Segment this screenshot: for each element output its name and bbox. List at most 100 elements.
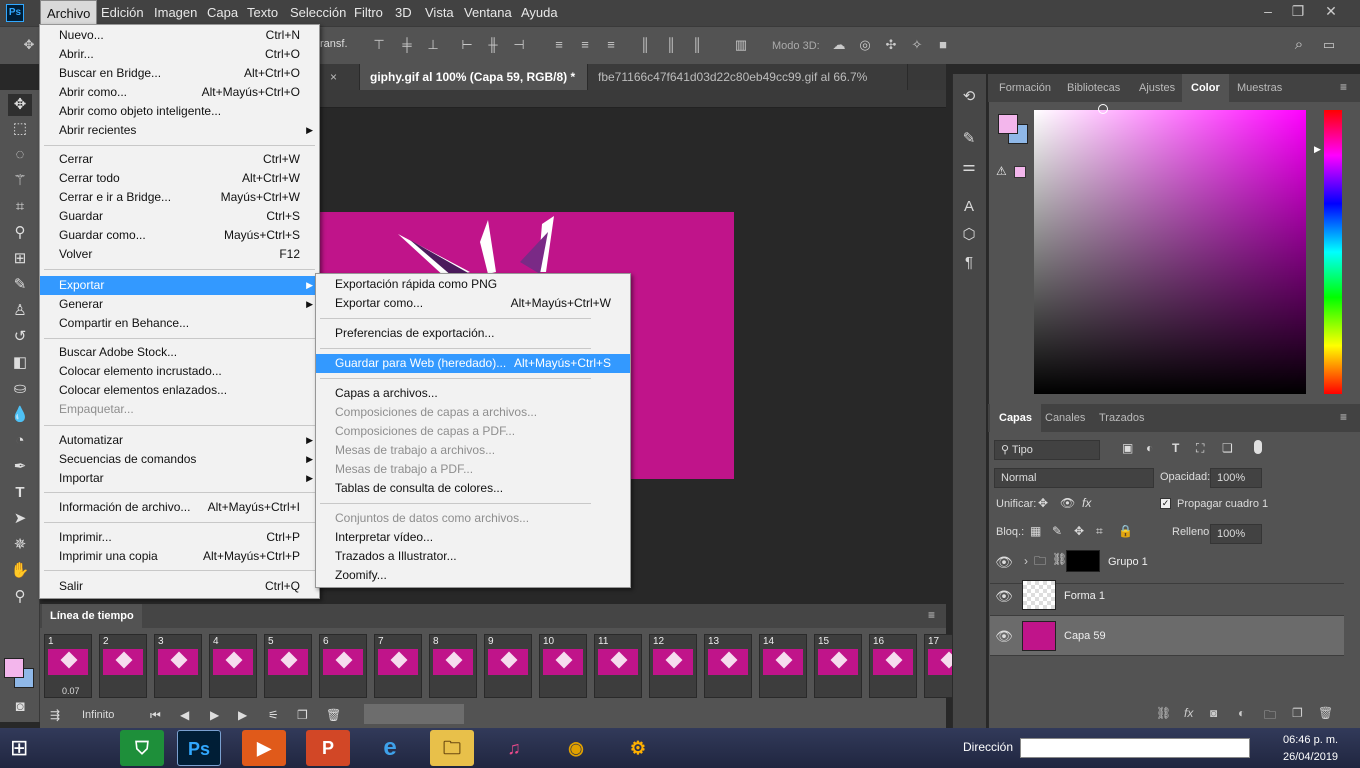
align-right-icon[interactable]: ⊣ xyxy=(510,36,528,54)
hue-slider[interactable] xyxy=(1324,110,1342,394)
unify-style-icon[interactable]: fx xyxy=(1082,496,1091,510)
menu-item[interactable]: Cerrar todo Alt+Ctrl+W xyxy=(40,169,319,188)
unify-position-icon[interactable]: ✥ xyxy=(1038,496,1048,510)
visibility-eye-icon[interactable]: 👁 xyxy=(994,628,1014,645)
delete-layer-icon[interactable]: 🗑 xyxy=(1318,706,1333,720)
align-left-icon[interactable]: ⊢ xyxy=(458,36,476,54)
slide-3d-icon[interactable]: ✧ xyxy=(908,36,926,54)
layer-style-icon[interactable]: fx xyxy=(1184,706,1193,720)
layer-mask-thumbnail[interactable] xyxy=(1066,550,1100,572)
eyedropper-tool-icon[interactable]: ⚲ xyxy=(8,222,32,244)
timeline-frame[interactable]: 16 xyxy=(869,634,917,698)
menu-item[interactable]: Generar ▶ xyxy=(40,295,319,314)
loop-options-select[interactable]: Infinito xyxy=(82,706,114,724)
menu-item[interactable]: Abrir como objeto inteligente... xyxy=(40,102,319,121)
menu-item[interactable]: Capas a archivos... xyxy=(316,384,630,403)
marquee-tool-icon[interactable]: ⬚ xyxy=(8,118,32,140)
align-vcenter-icon[interactable]: ╪ xyxy=(398,36,416,54)
lock-all-icon[interactable]: 🔒 xyxy=(1118,524,1133,538)
filter-smart-object-icon[interactable]: ❏ xyxy=(1222,441,1233,455)
roll-3d-icon[interactable]: ◎ xyxy=(856,36,874,54)
menu-item[interactable]: Salir Ctrl+Q xyxy=(40,577,319,596)
timeline-frame[interactable]: 10 xyxy=(539,634,587,698)
lock-artboard-icon[interactable]: ⌗ xyxy=(1096,524,1103,539)
powerpoint-app-icon[interactable]: P xyxy=(306,730,350,766)
menu-filtro[interactable]: Filtro xyxy=(348,0,389,26)
tab-trazados[interactable]: Trazados xyxy=(1090,404,1153,432)
align-top-icon[interactable]: ⊤ xyxy=(370,36,388,54)
lock-transparent-icon[interactable]: ▦ xyxy=(1030,524,1041,538)
color-field[interactable] xyxy=(1034,110,1306,394)
brush-tool-icon[interactable]: ✎ xyxy=(8,274,32,296)
distribute-left-icon[interactable]: ║ xyxy=(636,36,654,54)
paragraph-panel-icon[interactable]: ¶ xyxy=(958,252,980,274)
eraser-tool-icon[interactable]: ◧ xyxy=(8,352,32,374)
character-panel-icon[interactable]: A xyxy=(958,196,980,218)
auto-align-icon[interactable]: ▥ xyxy=(732,36,750,54)
timeline-frame[interactable]: 6 xyxy=(319,634,367,698)
menu-vista[interactable]: Vista xyxy=(419,0,460,26)
menu-item[interactable]: Trazados a Illustrator... xyxy=(316,547,630,566)
hand-tool-icon[interactable]: ✋ xyxy=(8,560,32,582)
align-hcenter-icon[interactable]: ╫ xyxy=(484,36,502,54)
first-frame-icon[interactable]: ⏮ xyxy=(150,706,161,724)
color-panel-foreground[interactable] xyxy=(998,114,1018,134)
layer-row[interactable]: 👁 Forma 1 xyxy=(990,576,1344,616)
history-panel-icon[interactable]: ⟲ xyxy=(958,86,980,108)
menu-3d[interactable]: 3D xyxy=(389,0,418,26)
orbit-3d-icon[interactable]: ☁ xyxy=(830,36,848,54)
menu-item[interactable]: Preferencias de exportación... xyxy=(316,324,630,343)
blend-mode-select[interactable]: Normal xyxy=(994,468,1154,488)
color-panel-menu-icon[interactable]: ≡ xyxy=(1340,80,1347,94)
menu-item[interactable]: Guardar Ctrl+S xyxy=(40,207,319,226)
distribute-bottom-icon[interactable]: ≡ xyxy=(602,36,620,54)
menu-item[interactable]: Tablas de consulta de colores... xyxy=(316,479,630,498)
brush-settings-icon[interactable]: ✎ xyxy=(958,128,980,150)
propagate-checkbox[interactable]: ✓ xyxy=(1160,498,1171,509)
menu-item[interactable]: Compartir en Behance... xyxy=(40,314,319,333)
file-explorer-app-icon[interactable]: 🗀 xyxy=(430,730,474,766)
menu-item[interactable]: Exportar ▶ xyxy=(40,276,319,295)
tab-color[interactable]: Color xyxy=(1182,74,1229,102)
menu-item[interactable]: Información de archivo... Alt+Mayús+Ctrl+… xyxy=(40,498,319,517)
lock-pixels-icon[interactable]: ✎ xyxy=(1052,524,1062,538)
move-tool-icon[interactable]: ✥ xyxy=(8,94,32,116)
visibility-eye-icon[interactable]: 👁 xyxy=(994,588,1014,605)
crop-tool-icon[interactable]: ⌗ xyxy=(8,196,32,218)
layers-panel-menu-icon[interactable]: ≡ xyxy=(1340,410,1347,424)
opacity-input[interactable]: 100% xyxy=(1210,468,1262,488)
address-input[interactable] xyxy=(1020,738,1250,758)
unify-visibility-icon[interactable]: 👁 xyxy=(1060,496,1075,510)
color-picker-ring[interactable] xyxy=(1098,104,1108,114)
timeline-frame[interactable]: 3 xyxy=(154,634,202,698)
timeline-frame[interactable]: 4 xyxy=(209,634,257,698)
restore-button[interactable]: ❐ xyxy=(1283,0,1313,24)
type-tool-icon[interactable]: T xyxy=(8,482,32,504)
convert-timeline-icon[interactable]: ⇶ xyxy=(50,706,60,724)
menu-item[interactable]: Abrir... Ctrl+O xyxy=(40,45,319,64)
magic-wand-tool-icon[interactable]: ⚚ xyxy=(8,170,32,192)
menu-item[interactable]: Abrir recientes ▶ xyxy=(40,121,319,140)
previous-frame-icon[interactable]: ◀ xyxy=(180,706,189,724)
timeline-frame[interactable]: 5 xyxy=(264,634,312,698)
distribute-right-icon[interactable]: ║ xyxy=(688,36,706,54)
path-selection-tool-icon[interactable]: ➤ xyxy=(8,508,32,530)
timeline-frame[interactable]: 15 xyxy=(814,634,862,698)
menu-item[interactable]: Colocar elementos enlazados... xyxy=(40,381,319,400)
itunes-app-icon[interactable]: ♫ xyxy=(492,730,536,766)
media-player-app-icon[interactable]: ▶ xyxy=(242,730,286,766)
paint-bucket-tool-icon[interactable]: ⛀ xyxy=(8,378,32,400)
store-app-icon[interactable]: ⛉ xyxy=(120,730,164,766)
menu-item[interactable]: Abrir como... Alt+Mayús+Ctrl+O xyxy=(40,83,319,102)
pan-3d-icon[interactable]: ✣ xyxy=(882,36,900,54)
lasso-tool-icon[interactable]: ◌ xyxy=(8,144,32,166)
play-icon[interactable]: ▶ xyxy=(210,706,219,724)
menu-edicion[interactable]: Edición xyxy=(95,0,150,26)
menu-item[interactable]: Colocar elemento incrustado... xyxy=(40,362,319,381)
workspace-icon[interactable]: ▭ xyxy=(1320,36,1338,54)
menu-item[interactable]: Importar ▶ xyxy=(40,469,319,488)
timeline-frame[interactable]: 14 xyxy=(759,634,807,698)
timeline-frame[interactable]: 13 xyxy=(704,634,752,698)
menu-archivo[interactable]: Archivo xyxy=(40,0,98,26)
timeline-frame[interactable]: 7 xyxy=(374,634,422,698)
